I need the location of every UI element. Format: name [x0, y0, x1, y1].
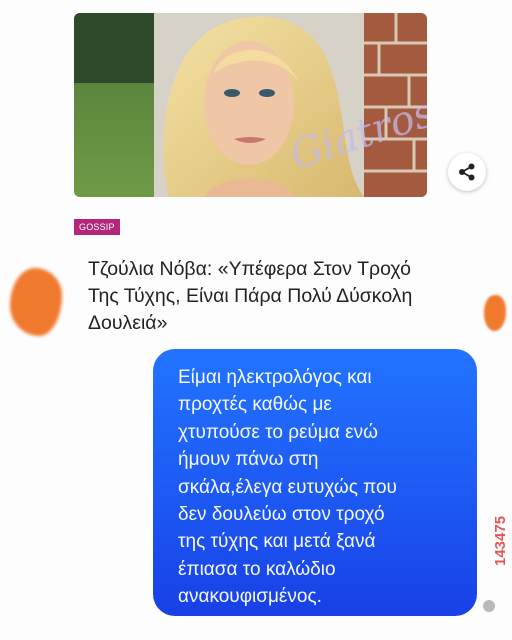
message-line: δεν δουλεύω στον τροχό	[178, 504, 385, 526]
message-line: προχτές καθώς με	[178, 394, 332, 416]
redaction-mark-left	[10, 268, 62, 336]
message-line: Είμαι ηλεκτρολόγος και	[178, 367, 372, 388]
message-line: έπιασα το καλώδιο	[178, 558, 336, 580]
redaction-mark-right	[484, 295, 506, 331]
share-icon	[459, 163, 475, 181]
message-line: ανακουφισμένος.	[178, 586, 322, 608]
message-line: χτυπούσε το ρεύμα ενώ	[178, 421, 378, 443]
article-image[interactable]: Giatros sou	[74, 13, 427, 197]
message-line: ήμουν πάνω στη	[178, 449, 319, 471]
article-photo	[74, 13, 427, 197]
seen-indicator-avatar	[483, 600, 495, 612]
message-line: σκάλα,έλεγα ευτυχώς που	[178, 476, 397, 498]
message-line: της τύχης και μετά ξανά	[178, 531, 376, 553]
message-bubble[interactable]: Είμαι ηλεκτρολόγος και προχτές καθώς με …	[153, 349, 477, 616]
post-id: 143475	[492, 515, 509, 566]
category-badge[interactable]: GOSSIP	[74, 219, 120, 235]
share-button[interactable]	[448, 153, 486, 191]
article-headline[interactable]: Τζούλια Νόβα: «Υπέφερα Στον Τροχό Της Τύ…	[88, 256, 428, 337]
